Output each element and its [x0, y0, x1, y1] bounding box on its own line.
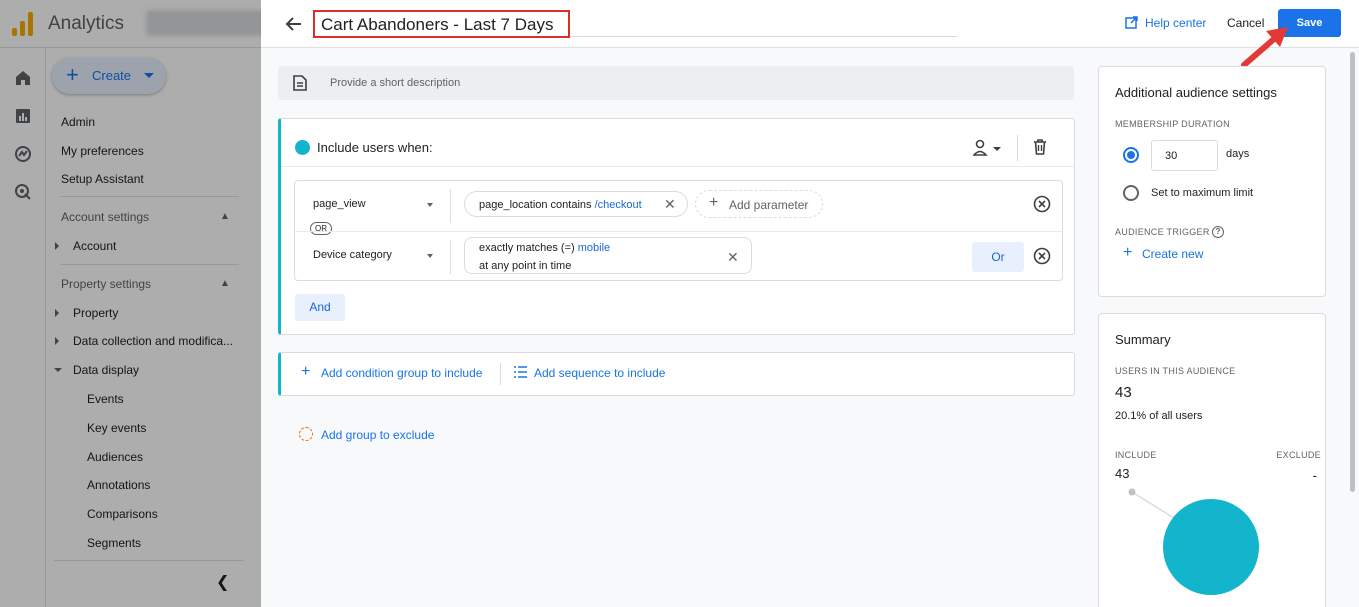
filter-value: mobile	[577, 242, 611, 254]
duration-radio-max[interactable]	[1123, 185, 1139, 201]
condition-box: page_view page_location contains /checko…	[294, 180, 1063, 281]
max-limit-label: Set to maximum limit	[1151, 187, 1254, 199]
divider	[1017, 135, 1018, 161]
condition-row: page_view page_location contains /checko…	[295, 181, 1062, 231]
users-percent: 20.1% of all users	[1115, 410, 1203, 422]
open-in-new-icon	[1125, 16, 1138, 29]
plus-icon: +	[1123, 244, 1133, 261]
plus-icon: +	[301, 363, 311, 380]
panel-scrollbar[interactable]	[1349, 48, 1356, 607]
scope-user-icon[interactable]	[973, 139, 1003, 157]
dropdown-caret-icon[interactable]	[427, 254, 433, 258]
remove-filter-icon[interactable]: ✕	[664, 197, 676, 211]
filter-value: /checkout	[594, 199, 642, 211]
filter-text: exactly matches (=)	[479, 242, 578, 254]
help-question-icon[interactable]: ?	[1212, 226, 1224, 238]
sequence-list-icon	[514, 366, 527, 378]
duration-days-input[interactable]: 30	[1151, 140, 1218, 171]
plus-icon: +	[709, 194, 719, 211]
annotation-arrow-icon	[1241, 27, 1288, 68]
divider	[450, 240, 451, 274]
include-indicator-icon	[295, 140, 310, 155]
card-title: Summary	[1115, 332, 1171, 347]
remove-condition-icon[interactable]	[1033, 247, 1051, 265]
title-underline	[570, 36, 957, 37]
filter-chip[interactable]: exactly matches (=) mobile at any point …	[464, 237, 752, 274]
duration-radio-days[interactable]	[1123, 147, 1139, 163]
include-condition-group: Include users when: page_view page_locat…	[278, 118, 1075, 335]
users-in-audience-label: USERS IN THIS AUDIENCE	[1115, 366, 1236, 376]
include-label: INCLUDE	[1115, 450, 1157, 460]
delete-trash-icon[interactable]	[1033, 139, 1047, 155]
membership-duration-label: MEMBERSHIP DURATION	[1115, 119, 1230, 129]
add-group-bar: + Add condition group to include Add seq…	[278, 352, 1075, 396]
audience-name-input[interactable]: Cart Abandoners - Last 7 Days	[313, 10, 570, 38]
dropdown-caret-icon[interactable]	[427, 203, 433, 207]
dimension-select[interactable]: Device category	[313, 249, 392, 261]
card-title: Additional audience settings	[1115, 85, 1277, 100]
add-parameter-button[interactable]: + Add parameter	[695, 190, 823, 218]
chart-point	[1128, 488, 1136, 496]
divider	[450, 189, 451, 223]
days-unit-label: days	[1226, 148, 1250, 160]
include-circle	[1163, 499, 1259, 595]
exclude-dashed-circle-icon	[299, 427, 313, 441]
divider	[281, 166, 1075, 167]
audience-name-text: Cart Abandoners - Last 7 Days	[321, 15, 554, 34]
back-arrow-icon[interactable]	[283, 13, 305, 35]
modal-scrim[interactable]	[0, 0, 261, 607]
filter-text: page_location contains	[479, 199, 595, 211]
exclude-label: EXCLUDE	[1276, 450, 1321, 460]
users-count: 43	[1115, 384, 1132, 401]
remove-filter-icon[interactable]: ✕	[727, 250, 739, 264]
audience-overlap-chart	[1128, 488, 1259, 595]
filter-chip[interactable]: page_location contains /checkout ✕	[464, 191, 688, 217]
remove-condition-icon[interactable]	[1033, 195, 1051, 213]
dimension-select[interactable]: page_view	[313, 198, 366, 210]
divider	[500, 363, 501, 385]
description-placeholder: Provide a short description	[330, 77, 461, 89]
and-button[interactable]: And	[295, 294, 345, 321]
summary-card: Summary USERS IN THIS AUDIENCE 43 20.1% …	[1098, 313, 1326, 607]
scrollbar-thumb[interactable]	[1350, 52, 1355, 492]
description-input[interactable]: Provide a short description	[278, 66, 1074, 100]
audience-settings-card: Additional audience settings MEMBERSHIP …	[1098, 66, 1326, 297]
filter-scope: at any point in time	[479, 260, 572, 272]
audience-trigger-label: AUDIENCE TRIGGER	[1115, 227, 1210, 237]
include-group-title: Include users when:	[317, 140, 433, 155]
or-button[interactable]: Or	[972, 242, 1024, 272]
panel-header: Cart Abandoners - Last 7 Days Help cente…	[261, 0, 1359, 48]
audience-builder-panel: Cart Abandoners - Last 7 Days Help cente…	[261, 0, 1359, 607]
chart-leader-line	[1131, 491, 1175, 519]
description-icon	[293, 75, 307, 91]
condition-row: Device category exactly matches (=) mobi…	[295, 231, 1062, 281]
